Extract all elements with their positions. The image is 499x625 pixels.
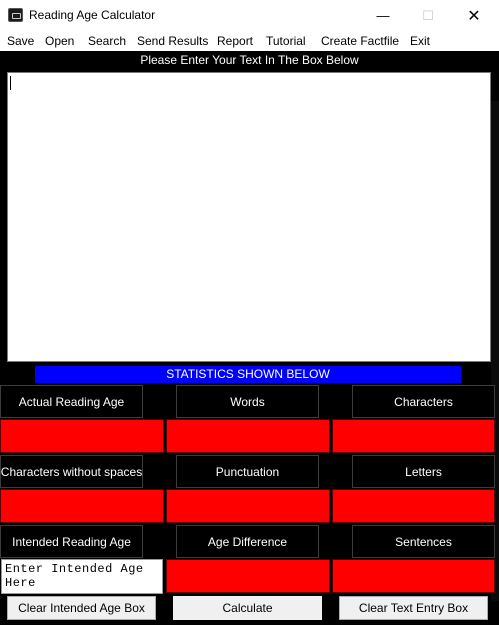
menu-bar: Save Open Search Send Results Report Tut… — [0, 31, 499, 51]
result-age-difference — [166, 559, 330, 593]
text-entry-box[interactable] — [7, 72, 491, 362]
label-age-difference: Age Difference — [176, 525, 319, 558]
result-characters-without-spaces — [0, 489, 164, 523]
window-title: Reading Age Calculator — [29, 8, 156, 22]
text-caret — [10, 76, 11, 90]
minimize-icon[interactable]: — — [360, 0, 406, 31]
menu-open[interactable]: Open — [45, 34, 74, 48]
app-icon — [8, 8, 23, 22]
label-letters: Letters — [352, 455, 495, 488]
stats-banner: STATISTICS SHOWN BELOW — [35, 366, 461, 383]
menu-create-factfile[interactable]: Create Factfile — [321, 34, 399, 48]
text-entry-prompt: Please Enter Your Text In The Box Below — [140, 53, 359, 67]
label-characters: Characters — [352, 385, 495, 418]
menu-save[interactable]: Save — [7, 34, 34, 48]
menu-search[interactable]: Search — [88, 34, 126, 48]
result-words — [166, 419, 330, 453]
result-actual-reading-age — [0, 419, 164, 453]
menu-tutorial[interactable]: Tutorial — [266, 34, 306, 48]
result-letters — [332, 489, 495, 523]
label-characters-without-spaces: Characters without spaces — [0, 455, 143, 488]
calculate-button[interactable]: Calculate — [173, 596, 322, 620]
main-panel: Please Enter Your Text In The Box Below … — [0, 51, 499, 625]
title-bar: Reading Age Calculator — ☐ ✕ — [0, 0, 499, 31]
clear-intended-age-button[interactable]: Clear Intended Age Box — [7, 596, 156, 620]
label-sentences: Sentences — [352, 525, 495, 558]
result-sentences — [332, 559, 495, 593]
menu-report[interactable]: Report — [217, 34, 253, 48]
result-characters — [332, 419, 495, 453]
close-icon[interactable]: ✕ — [451, 0, 497, 31]
label-actual-reading-age: Actual Reading Age — [0, 385, 143, 418]
clear-text-entry-button[interactable]: Clear Text Entry Box — [339, 596, 488, 620]
maximize-icon[interactable]: ☐ — [405, 0, 451, 31]
label-intended-reading-age: Intended Reading Age — [0, 525, 143, 558]
label-words: Words — [176, 385, 319, 418]
label-punctuation: Punctuation — [176, 455, 319, 488]
menu-exit[interactable]: Exit — [410, 34, 430, 48]
menu-send-results[interactable]: Send Results — [137, 34, 208, 48]
intended-age-input[interactable]: Enter Intended Age Here — [1, 559, 163, 594]
result-punctuation — [166, 489, 330, 523]
